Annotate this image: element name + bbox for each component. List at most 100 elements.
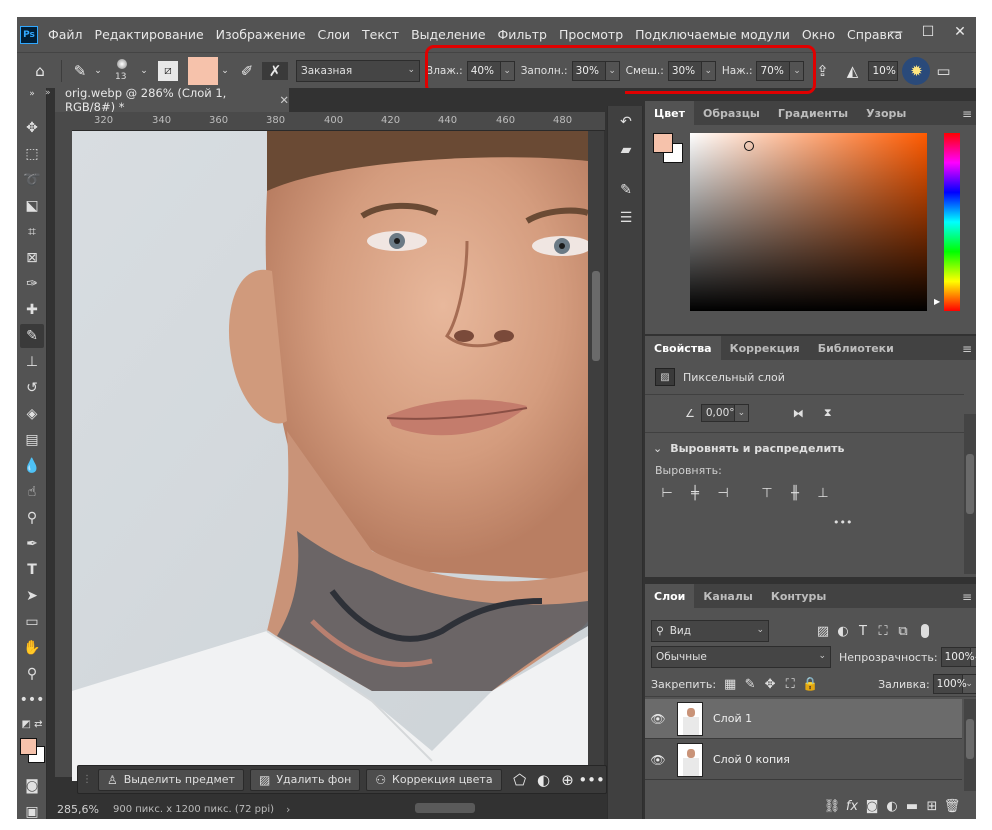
layer-name[interactable]: Слой 0 копия bbox=[713, 753, 790, 766]
object-select-tool-icon[interactable]: ⬕ bbox=[20, 194, 44, 218]
flip-horizontal-icon[interactable]: ⧓ bbox=[793, 407, 804, 420]
tab-channels[interactable]: Каналы bbox=[694, 584, 761, 608]
gradient-tool-icon[interactable]: ▤ bbox=[20, 428, 44, 452]
mixer-brush-tool-icon[interactable]: ✎ bbox=[20, 324, 44, 348]
chevron-down-icon[interactable]: ⌄ bbox=[218, 66, 232, 76]
hand-tool-icon[interactable]: ✋ bbox=[20, 636, 44, 660]
marquee-tool-icon[interactable]: ⬚ bbox=[20, 142, 44, 166]
foreground-color-chip[interactable] bbox=[653, 133, 673, 153]
expand-icon[interactable]: » bbox=[20, 88, 44, 100]
panel-menu-icon[interactable]: ≡ bbox=[962, 342, 972, 356]
filter-smart-object-icon[interactable]: ⧉ bbox=[893, 624, 913, 639]
vertical-scrollbar[interactable] bbox=[588, 131, 604, 781]
fx-icon[interactable]: fx bbox=[842, 799, 862, 814]
color-field[interactable] bbox=[690, 133, 927, 311]
transform-icon[interactable]: ⬠ bbox=[508, 771, 532, 789]
select-subject-button[interactable]: ♙ Выделить предмет bbox=[98, 768, 244, 791]
filter-shape-icon[interactable]: ⛶ bbox=[873, 624, 893, 639]
delete-layer-icon[interactable]: 🗑 bbox=[942, 799, 962, 814]
chevron-down-icon[interactable]: ⌄ bbox=[962, 674, 976, 694]
lock-artboard-icon[interactable]: ⛶ bbox=[780, 677, 800, 692]
align-bottom-icon[interactable]: ⊥ bbox=[813, 486, 833, 501]
sample-all-layers-icon[interactable]: ◭ bbox=[840, 62, 864, 80]
scrollbar-thumb[interactable] bbox=[592, 271, 600, 361]
tab-libraries[interactable]: Библиотеки bbox=[809, 336, 903, 360]
chevron-down-icon[interactable]: ⌄ bbox=[92, 66, 104, 76]
menu-edit[interactable]: Редактирование bbox=[89, 27, 210, 42]
move-tool-icon[interactable]: ✥ bbox=[20, 116, 44, 140]
generate-icon[interactable]: ⊕ bbox=[556, 771, 580, 789]
menu-image[interactable]: Изображение bbox=[210, 27, 312, 42]
close-icon[interactable]: ✕ bbox=[944, 17, 976, 47]
blend-mode-dropdown[interactable]: Обычные ⌄ bbox=[651, 646, 831, 668]
more-options-icon[interactable]: ••• bbox=[578, 771, 605, 789]
properties-scrollbar[interactable] bbox=[964, 414, 976, 574]
quick-mask-icon[interactable]: ◙ bbox=[20, 774, 44, 798]
drag-handle-icon[interactable]: ⋮ bbox=[82, 774, 92, 785]
align-center-v-icon[interactable]: ╫ bbox=[785, 486, 805, 501]
adjustments-icon[interactable]: ☰ bbox=[614, 206, 638, 230]
tab-layers[interactable]: Слои bbox=[645, 584, 695, 608]
preset-dropdown[interactable]: Заказная ⌄ bbox=[296, 59, 420, 82]
new-layer-icon[interactable]: ⊞ bbox=[922, 799, 942, 814]
menu-layers[interactable]: Слои bbox=[312, 27, 357, 42]
color-picker-cursor[interactable] bbox=[744, 141, 754, 151]
clone-stamp-tool-icon[interactable]: ⊥ bbox=[20, 350, 44, 374]
layer-filter-dropdown[interactable]: ⚲ Вид ⌄ bbox=[651, 620, 769, 642]
expand-icon[interactable]: » bbox=[45, 88, 51, 98]
brush-panel-icon[interactable]: ⧄ bbox=[158, 60, 178, 81]
align-right-icon[interactable]: ⊣ bbox=[713, 486, 733, 501]
layer-name[interactable]: Слой 1 bbox=[713, 712, 752, 725]
minimize-icon[interactable]: — bbox=[880, 17, 912, 47]
flip-vertical-icon[interactable]: ⧗ bbox=[824, 406, 832, 420]
group-folder-icon[interactable]: ▬ bbox=[902, 799, 922, 814]
fill-input[interactable]: 100% bbox=[932, 674, 967, 694]
filter-toggle[interactable] bbox=[921, 624, 929, 638]
menu-filter[interactable]: Фильтр bbox=[492, 27, 553, 42]
menu-view[interactable]: Просмотр bbox=[553, 27, 629, 42]
brush-settings-icon[interactable]: ✎ bbox=[614, 178, 638, 202]
screen-mode-icon[interactable]: ▣ bbox=[20, 800, 44, 819]
lock-pixels-icon[interactable]: ✎ bbox=[740, 677, 760, 692]
tab-swatches[interactable]: Образцы bbox=[694, 101, 769, 125]
pressure-icon[interactable]: ▭ bbox=[932, 62, 954, 80]
crop-tool-icon[interactable]: ⌗ bbox=[20, 220, 44, 244]
lock-position-icon[interactable]: ✥ bbox=[760, 677, 780, 692]
type-tool-icon[interactable]: T bbox=[20, 558, 44, 582]
scrollbar-thumb[interactable] bbox=[966, 454, 974, 514]
healing-brush-tool-icon[interactable]: ✚ bbox=[20, 298, 44, 322]
menu-plugins[interactable]: Подключаемые модули bbox=[629, 27, 796, 42]
tab-adjustments[interactable]: Коррекция bbox=[721, 336, 809, 360]
more-options-icon[interactable]: ••• bbox=[833, 516, 852, 529]
scrollbar-thumb[interactable] bbox=[966, 719, 974, 759]
load-brush-icon[interactable]: ✐ bbox=[234, 62, 260, 80]
chevron-down-icon[interactable]: ⌄ bbox=[970, 647, 976, 667]
tab-properties[interactable]: Свойства bbox=[645, 336, 721, 360]
zoom-level[interactable]: 285,6% bbox=[57, 803, 113, 816]
menu-window[interactable]: Окно bbox=[796, 27, 841, 42]
menu-file[interactable]: Файл bbox=[42, 27, 89, 42]
tab-gradients[interactable]: Градиенты bbox=[769, 101, 857, 125]
zoom-tool-icon[interactable]: ⚲ bbox=[20, 662, 44, 686]
align-left-icon[interactable]: ⊢ bbox=[657, 486, 677, 501]
eyedropper-tool-icon[interactable]: ✑ bbox=[20, 272, 44, 296]
document-tab[interactable]: orig.webp @ 286% (Слой 1, RGB/8#) * ✕ bbox=[55, 86, 289, 114]
link-layers-icon[interactable]: ⛓ bbox=[822, 799, 842, 814]
current-color-swatch[interactable] bbox=[188, 56, 218, 85]
maximize-icon[interactable]: ☐ bbox=[912, 17, 944, 47]
layer-row[interactable]: 👁 Слой 1 bbox=[645, 699, 962, 739]
path-select-tool-icon[interactable]: ➤ bbox=[20, 584, 44, 608]
default-colors-icon[interactable]: ◩ ⇄ bbox=[20, 712, 44, 736]
more-tools-icon[interactable]: ••• bbox=[20, 688, 45, 712]
chevron-down-icon[interactable]: ⌄ bbox=[734, 404, 749, 422]
close-tab-icon[interactable]: ✕ bbox=[279, 93, 289, 107]
smudge-tool-icon[interactable]: ☝ bbox=[20, 480, 44, 504]
align-center-h-icon[interactable]: ╪ bbox=[685, 486, 705, 501]
chevron-down-icon[interactable]: ⌄ bbox=[653, 442, 662, 455]
pen-tool-icon[interactable]: ✒ bbox=[20, 532, 44, 556]
angle-input[interactable]: 0,00° bbox=[700, 404, 735, 422]
color-correction-button[interactable]: ⚇ Коррекция цвета bbox=[366, 768, 502, 791]
tab-patterns[interactable]: Узоры bbox=[857, 101, 915, 125]
hue-marker-icon[interactable]: ▶ bbox=[934, 297, 940, 306]
align-section-header[interactable]: ⌄ Выровнять и распределить bbox=[653, 442, 845, 455]
